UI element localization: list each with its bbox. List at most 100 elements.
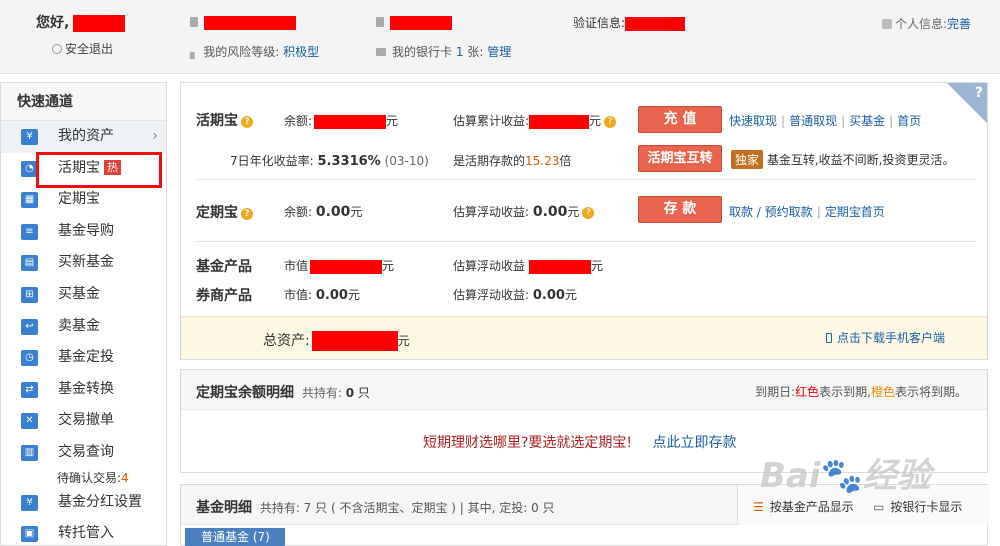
card-icon: ▭ <box>873 500 885 514</box>
transfer-icon: ▣ <box>21 526 38 543</box>
broker-market-value: 市值: 0.00元 <box>284 288 360 303</box>
chevron-right-icon: › <box>152 128 158 144</box>
redacted-market-value <box>310 259 383 274</box>
huoqibao-swap-button[interactable]: 活期宝互转 <box>638 145 722 172</box>
sidebar-item-dividend-setting[interactable]: ¥ 基金分红设置 <box>1 487 166 519</box>
home-link[interactable]: 首页 <box>897 114 921 128</box>
total-assets: 总资产: 元 <box>263 331 410 351</box>
sidebar-item-fund-switch[interactable]: ⇄ 基金转换 <box>1 374 166 406</box>
redacted-email <box>390 15 452 30</box>
recharge-button[interactable]: 充 值 <box>638 106 722 133</box>
redacted-total <box>311 331 398 351</box>
by-bank-toggle[interactable]: ▭ 按银行卡显示 <box>873 498 962 515</box>
guide-icon: ≡ <box>21 223 38 240</box>
dingqibao-balance: 余额: 0.00元 <box>284 204 363 220</box>
doc-icon: ▤ <box>21 255 38 272</box>
personal-info: 个人信息:完善 <box>882 15 971 32</box>
risk-level: ▖ 我的风险等级: 积极型 <box>190 45 320 59</box>
mobile-icon <box>826 333 832 343</box>
normal-withdraw-link[interactable]: 普通取现 <box>789 114 837 128</box>
sidebar-item-cancel-trade[interactable]: ✕ 交易撤单 <box>1 405 166 437</box>
list-icon: ☰ <box>753 500 764 514</box>
sidebar-item-buy-new-fund[interactable]: ▤ 买新基金 <box>1 247 166 279</box>
swap-desc: 独家 基金互转,收益不间断,投资更灵活。 <box>731 150 954 169</box>
redacted-verify <box>625 16 686 31</box>
return-icon: ↩ <box>21 318 38 335</box>
sidebar-item-fund-sip[interactable]: ◷ 基金定投 <box>1 342 166 374</box>
search-doc-icon: ▥ <box>21 444 38 461</box>
download-app-link[interactable]: 点击下载手机客户端 <box>826 329 945 346</box>
dingqibao-links: 取款 / 预约取款 | 定期宝首页 <box>729 205 885 219</box>
huoqibao-balance: 余额: 元 <box>284 114 399 129</box>
bank-card-info: 我的银行卡 1 张: 管理 <box>376 43 511 60</box>
exclusive-badge: 独家 <box>731 150 764 169</box>
redacted-fund-income <box>529 259 592 274</box>
dingqibao-est-income: 估算浮动收益: 0.00元? <box>453 203 595 220</box>
money-bag-icon: ¥ <box>21 494 38 511</box>
dingqibao-promo: 短期理财选哪里?要选就选定期宝! 点此立即存款 <box>423 435 737 451</box>
greeting-text: 您好, <box>36 15 70 31</box>
sidebar-item-transfer-in[interactable]: ▣ 转托管入 <box>1 518 166 546</box>
broker-product-label: 券商产品 <box>196 288 252 304</box>
phone-icon <box>190 17 198 27</box>
watermark-logo: Bai🐾经验 <box>760 456 931 496</box>
redacted-income <box>529 114 590 129</box>
buy-fund-link[interactable]: 买基金 <box>849 114 885 128</box>
sidebar-item-buy-fund[interactable]: ⊞ 买基金 <box>1 279 166 311</box>
phone-info <box>190 15 296 30</box>
yen-icon: ¥ <box>21 129 38 145</box>
bar-chart-icon: ▖ <box>190 45 200 59</box>
fund-market-value: 市值元 <box>284 259 395 274</box>
fund-est-income: 估算浮动收益元 <box>453 259 604 274</box>
broker-est-income: 估算浮动收益: 0.00元 <box>453 288 577 303</box>
dingqibao-label: 定期宝? <box>196 202 253 222</box>
deposit-button[interactable]: 存 款 <box>638 196 722 223</box>
demand-multiple: 是活期存款的15.23倍 <box>453 154 572 168</box>
risk-value-link[interactable]: 积极型 <box>283 45 319 59</box>
help-corner[interactable]: ? <box>947 83 987 123</box>
greeting: 您好, <box>36 12 126 32</box>
tab-normal-fund[interactable]: 普通基金 (7) <box>185 528 285 546</box>
deposit-now-link[interactable]: 点此立即存款 <box>653 435 737 451</box>
clock-icon: ◷ <box>21 350 38 367</box>
manage-bank-link[interactable]: 管理 <box>487 45 511 59</box>
pending-trades[interactable]: 待确认交易:4 <box>57 469 129 486</box>
cancel-icon: ✕ <box>21 413 38 430</box>
by-product-toggle[interactable]: ☰ 按基金产品显示 <box>753 498 854 515</box>
lock-icon <box>376 17 384 27</box>
question-icon: ? <box>974 85 983 101</box>
swap-icon: ⇄ <box>21 381 38 398</box>
help-icon[interactable]: ? <box>241 116 253 128</box>
complete-profile-link[interactable]: 完善 <box>947 17 971 31</box>
dingqibao-detail-header: 定期宝余额明细 共持有: 0 只 <box>196 385 370 401</box>
withdraw-reserve-link[interactable]: 取款 / 预约取款 <box>729 205 813 219</box>
highlight-box <box>36 152 162 188</box>
power-icon <box>52 44 62 54</box>
card-icon <box>376 48 386 56</box>
help-icon[interactable]: ? <box>604 116 617 128</box>
huoqibao-label: 活期宝? <box>196 110 253 130</box>
redacted-phone <box>204 15 296 30</box>
email-info <box>376 15 452 30</box>
help-icon[interactable]: ? <box>241 208 253 220</box>
fund-product-label: 基金产品 <box>196 259 252 275</box>
seven-day-rate: 7日年化收益率: 5.3316% (03-10) <box>230 154 429 169</box>
sidebar-item-sell-fund[interactable]: ↩ 卖基金 <box>1 311 166 343</box>
dingqibao-home-link[interactable]: 定期宝首页 <box>825 205 885 219</box>
fund-detail-header: 基金明细 共持有: 7 只 ( 不含活期宝、定期宝 ) | 其中, 定投: 0 … <box>196 500 555 516</box>
sidebar-item-my-assets[interactable]: ¥ 我的资产 › <box>1 121 166 153</box>
calendar-icon: ▦ <box>21 192 38 209</box>
redacted-username <box>73 14 126 32</box>
logout-link[interactable]: 安全退出 <box>52 40 113 57</box>
user-icon <box>882 19 892 29</box>
sidebar-item-fund-guide[interactable]: ≡ 基金导购 <box>1 216 166 248</box>
top-header: 您好, 安全退出 验证信息: 个人信息:完善 ▖ 我的风险等级: 积极型 我的银行… <box>0 0 1000 74</box>
redacted-balance <box>314 114 387 129</box>
verify-info: 验证信息: <box>573 14 686 31</box>
expiry-legend: 到期日:红色表示到期,橙色表示将到期。 <box>755 385 967 399</box>
sidebar-item-trade-query[interactable]: ▥ 交易查询 <box>1 437 166 469</box>
sidebar-title: 快速通道 <box>1 83 166 121</box>
quick-withdraw-link[interactable]: 快速取现 <box>729 114 777 128</box>
help-icon[interactable]: ? <box>582 207 595 219</box>
sidebar-item-dingqibao[interactable]: ▦ 定期宝 <box>1 184 166 216</box>
